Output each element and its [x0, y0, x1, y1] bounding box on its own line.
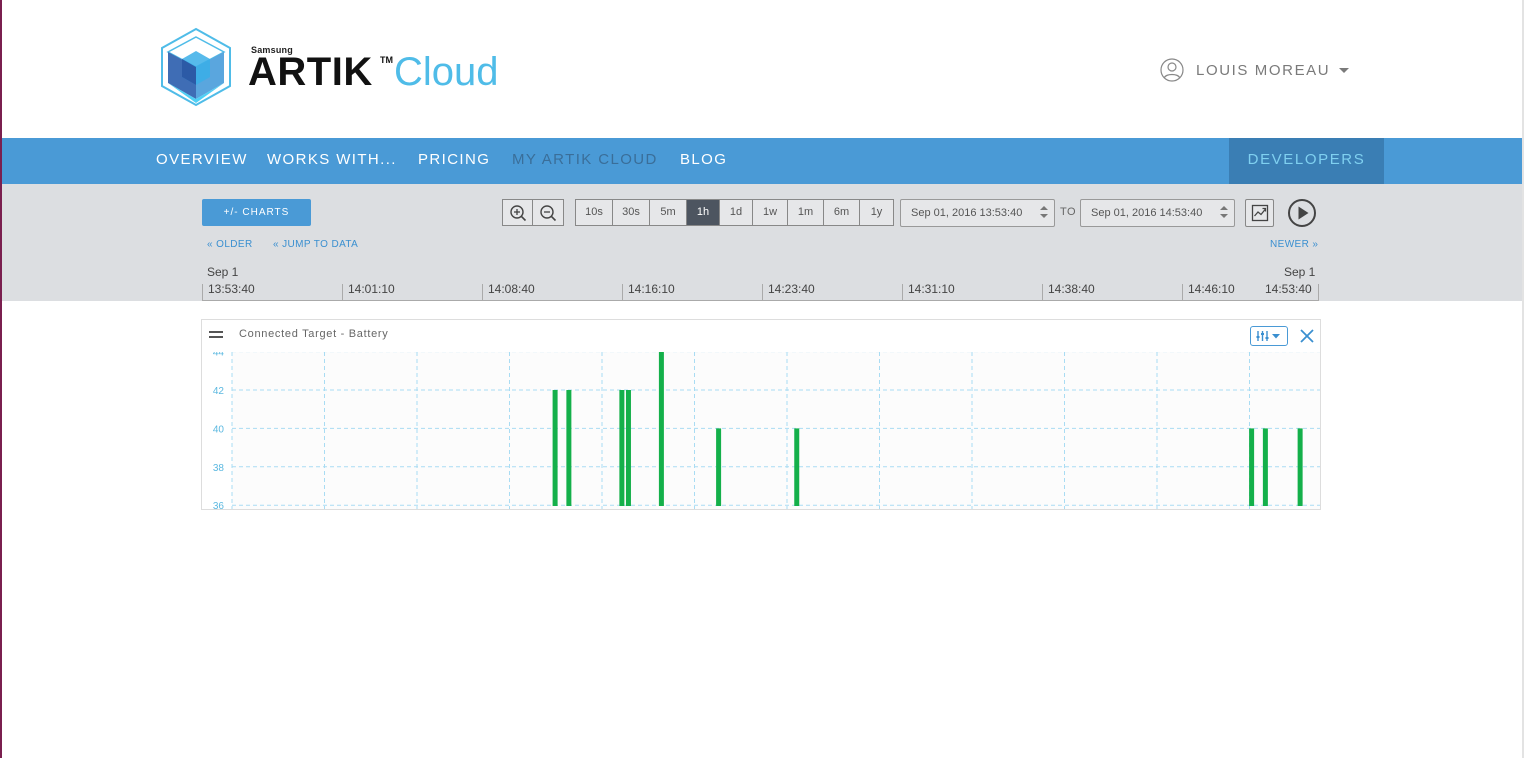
logo-cloud-text: Cloud — [394, 50, 499, 94]
chart-panel: Connected Target - Battery 36 38 40 42 44 — [201, 319, 1321, 510]
timeline-tick-mark — [1042, 284, 1043, 301]
range-5m-button[interactable]: 5m — [650, 199, 687, 226]
user-icon — [1160, 58, 1184, 82]
timeline-axis: Sep 1 Sep 1 13:53:40 14:01:10 14:08:40 1… — [2, 265, 1522, 301]
timeline-tick-mark — [202, 284, 203, 301]
timeline-tick-label: 14:08:40 — [488, 282, 535, 296]
range-1h-button[interactable]: 1h — [687, 199, 720, 226]
timeline-tick-label: 14:53:40 — [1265, 282, 1312, 296]
timeline-tick-mark — [482, 284, 483, 301]
range-1w-button[interactable]: 1w — [753, 199, 788, 226]
range-1d-button[interactable]: 1d — [720, 199, 753, 226]
range-selector: 10s 30s 5m 1h 1d 1w 1m 6m 1y — [575, 199, 894, 226]
timeline-tick-label: 14:31:10 — [908, 282, 955, 296]
sliders-icon — [1256, 331, 1280, 341]
chevron-down-icon — [1339, 67, 1350, 73]
chart-settings-button[interactable] — [1250, 326, 1288, 346]
to-label: TO — [1060, 206, 1077, 218]
battery-bar — [625, 390, 631, 506]
battery-bar — [1249, 428, 1255, 506]
main-nav: OVERVIEW WORKS WITH... PRICING MY ARTIK … — [2, 138, 1522, 184]
nav-overview[interactable]: OVERVIEW — [156, 138, 248, 184]
zoom-in-button[interactable] — [502, 199, 533, 226]
to-date-spinner[interactable] — [1220, 206, 1228, 218]
battery-bar-chart: 36 38 40 42 44 — [213, 352, 1320, 509]
timeline-tick-mark — [622, 284, 623, 301]
range-10s-button[interactable]: 10s — [575, 199, 613, 226]
battery-bar — [1262, 428, 1268, 506]
y-tick-label: 44 — [213, 352, 225, 359]
timeline-tick-label: 14:16:10 — [628, 282, 675, 296]
logo-trademark: TM — [380, 55, 393, 65]
battery-bar — [619, 390, 625, 506]
range-30s-button[interactable]: 30s — [613, 199, 650, 226]
older-link[interactable]: « OLDER — [207, 239, 253, 250]
to-date-value: Sep 01, 2016 14:53:40 — [1091, 207, 1203, 219]
jump-to-data-link[interactable]: « JUMP TO DATA — [273, 239, 358, 250]
battery-bar — [552, 390, 558, 506]
timeline-tick-label: 13:53:40 — [208, 282, 255, 296]
timeline-baseline — [202, 300, 1319, 301]
from-date-spinner[interactable] — [1040, 206, 1048, 218]
battery-bar — [794, 428, 800, 506]
chart-toolbar: +/- CHARTS 10s 30s 5m 1h 1d 1w 1m 6m 1y — [2, 184, 1522, 301]
timeline-tick-label: 14:38:40 — [1048, 282, 1095, 296]
timeline-end-date: Sep 1 — [1284, 265, 1316, 279]
nav-developers[interactable]: DEVELOPERS — [1229, 138, 1384, 184]
y-tick-label: 42 — [213, 386, 225, 397]
close-icon[interactable] — [1298, 327, 1316, 345]
site-header: Samsung ARTIK TM Cloud LOUIS MOREAU — [2, 0, 1522, 138]
nav-my-artik-cloud[interactable]: MY ARTIK CLOUD — [512, 138, 658, 184]
zoom-out-icon — [540, 204, 557, 221]
range-6m-button[interactable]: 6m — [824, 199, 860, 226]
nav-blog[interactable]: BLOG — [680, 138, 727, 184]
timeline-tick-label: 14:46:10 — [1188, 282, 1235, 296]
range-1y-button[interactable]: 1y — [860, 199, 894, 226]
timeline-tick-label: 14:01:10 — [348, 282, 395, 296]
timeline-tick-mark — [342, 284, 343, 301]
timeline-tick-mark — [762, 284, 763, 301]
from-date-input[interactable]: Sep 01, 2016 13:53:40 — [900, 199, 1055, 227]
range-1m-button[interactable]: 1m — [788, 199, 824, 226]
battery-bar — [658, 352, 664, 506]
battery-bar — [1297, 428, 1303, 506]
artik-cube-logo-icon[interactable] — [156, 27, 236, 107]
user-menu[interactable]: LOUIS MOREAU — [1160, 56, 1350, 84]
export-chart-icon — [1251, 204, 1268, 222]
toggle-charts-button[interactable]: +/- CHARTS — [202, 199, 311, 226]
timeline-tick-label: 14:23:40 — [768, 282, 815, 296]
y-tick-label: 38 — [213, 463, 225, 474]
to-date-input[interactable]: Sep 01, 2016 14:53:40 — [1080, 199, 1235, 227]
zoom-controls — [502, 199, 564, 226]
y-tick-label: 40 — [213, 424, 225, 435]
y-tick-label: 36 — [213, 501, 225, 509]
timeline-tick-mark — [1182, 284, 1183, 301]
timeline-start-date: Sep 1 — [207, 265, 239, 279]
newer-link[interactable]: NEWER » — [1270, 239, 1318, 250]
timeline-tick-mark — [1318, 284, 1319, 301]
hamburger-icon[interactable] — [209, 331, 223, 341]
play-icon[interactable] — [1287, 198, 1317, 228]
zoom-in-icon — [509, 204, 526, 221]
timeline-tick-mark — [902, 284, 903, 301]
zoom-out-button[interactable] — [533, 199, 564, 226]
export-chart-button[interactable] — [1245, 199, 1274, 227]
battery-bar — [716, 428, 722, 506]
user-name: LOUIS MOREAU — [1196, 61, 1331, 79]
nav-works-with[interactable]: WORKS WITH... — [267, 138, 397, 184]
nav-pricing[interactable]: PRICING — [418, 138, 490, 184]
from-date-value: Sep 01, 2016 13:53:40 — [911, 207, 1023, 219]
battery-bar — [566, 390, 572, 506]
logo-artik-text: ARTIK — [248, 50, 373, 94]
chart-title: Connected Target - Battery — [239, 328, 389, 340]
